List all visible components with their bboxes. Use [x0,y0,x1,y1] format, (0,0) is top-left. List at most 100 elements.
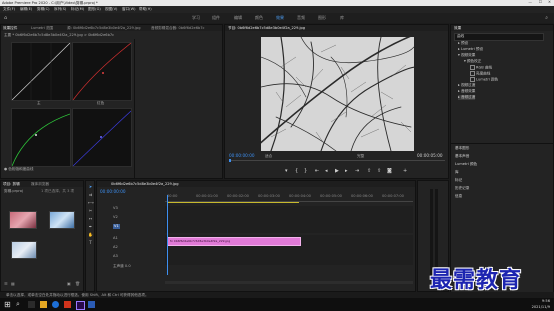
razor-tool-icon[interactable]: ✂ [88,208,93,213]
timeline-ruler[interactable]: 00:00 00:00:01:00 00:00:02:00 00:00:03:0… [165,194,413,202]
master-curve[interactable] [11,42,71,101]
tab-lumetri-scopes[interactable]: Lumetri 范围 [31,26,53,31]
program-timecode[interactable]: 00:00:00:00 [229,153,255,159]
maximize-icon[interactable]: ☐ [539,0,542,5]
workspace-audio[interactable]: 音频 [297,15,305,21]
timeline-timecode[interactable]: 00:00:00:00 [100,189,126,195]
section-libraries[interactable]: 库 [455,170,459,175]
file-explorer-icon[interactable] [40,301,47,308]
button-editor-icon[interactable]: + [403,168,407,174]
video-track-lanes[interactable] [165,206,413,233]
tab-project[interactable]: 项目: 剪辑 [3,182,20,187]
section-info[interactable]: 信息 [455,194,462,199]
tab-effect-controls[interactable]: 效果控件 [3,26,17,31]
go-to-out-icon[interactable]: ⇥ [355,168,359,174]
workspace-color[interactable]: 颜色 [255,15,263,21]
menu-marker[interactable]: 标记(M) [71,7,84,12]
new-item-icon[interactable]: ▣ [67,281,71,286]
media-thumbnail-2[interactable] [49,211,75,229]
timeline-playhead[interactable] [167,195,168,275]
section-essential-graphics[interactable]: 基本图形 [455,146,469,151]
track-a1[interactable]: A1 [113,236,118,241]
section-history[interactable]: 历史记录 [455,186,469,191]
workspace-effects[interactable]: 效果 [276,15,284,21]
menu-edit[interactable]: 编辑(E) [20,7,32,12]
task-view-icon[interactable] [28,301,35,308]
tree-video-effects[interactable]: ▾ 视频效果 [458,53,475,58]
workspace-assembly[interactable]: 组件 [212,15,220,21]
section-essential-sound[interactable]: 基本声音 [455,154,469,159]
track-a3[interactable]: A3 [113,254,118,259]
menu-help[interactable]: 帮助(H) [139,7,152,12]
quality-dropdown[interactable]: 完整 [357,154,364,159]
windows-start-icon[interactable]: ⊞ [4,300,11,309]
mark-in-icon[interactable]: { [295,168,298,174]
hand-tool-icon[interactable]: ✋ [88,232,93,237]
program-scrubber[interactable] [229,160,445,161]
menu-sequence[interactable]: 序列(S) [54,7,66,12]
slip-tool-icon[interactable]: ↔ [88,216,93,221]
tree-rgb-curves[interactable]: RGB 曲线 [470,65,492,71]
tab-audio-mixer[interactable]: 音频剪辑混合器: 0b6f6d2e6b7c [151,26,205,31]
list-view-icon[interactable]: ☰ [4,281,8,286]
step-back-icon[interactable]: ◂ [325,168,328,174]
work-area-bar[interactable] [167,202,299,203]
tree-presets[interactable]: ▸ 预设 [458,41,468,46]
icon-view-icon[interactable]: ▦ [11,281,15,286]
tab-source[interactable]: 源: 0b6f6d2e6b7c5d8e3b0e4f2a_229.jpg [67,26,141,31]
workspace-editing[interactable]: 编辑 [234,15,242,21]
track-v3[interactable]: V3 [113,206,118,211]
menu-file[interactable]: 文件(F) [3,7,15,12]
tree-video-transitions[interactable]: ▸ 视频过渡 [458,83,475,88]
track-select-icon[interactable]: ⇉ [88,192,93,197]
pen-tool-icon[interactable]: ✒ [88,224,93,229]
green-curve[interactable] [11,108,71,167]
workspace-libraries[interactable]: 库 [340,15,344,21]
timeline-clip[interactable]: fx 0b6f6d2e6b7c5d8e3b0e4f2a_229.jpg [167,237,301,246]
track-a2[interactable]: A2 [113,245,118,250]
search-icon[interactable]: ⌕ [545,15,548,21]
hue-sat-curves-toggle[interactable]: ● 色相饱和度曲线 [4,167,33,172]
red-curve[interactable] [72,42,132,101]
ripple-edit-icon[interactable]: ⟷ [88,200,94,205]
browser-icon[interactable] [52,301,59,308]
menu-window[interactable]: 窗口(W) [122,7,136,12]
playhead-marker[interactable] [229,159,231,162]
tree-lumetri-presets[interactable]: ▸ Lumetri 预设 [458,47,483,52]
track-v2[interactable]: V2 [113,215,118,220]
premiere-pro-icon[interactable] [76,301,85,310]
extract-icon[interactable]: ⇪ [377,168,381,174]
media-thumbnail-3[interactable] [11,241,37,259]
tab-effects[interactable]: 效果 [454,26,461,31]
menu-clip[interactable]: 剪辑(C) [37,7,50,12]
tree-lumetri-color[interactable]: Lumetri 颜色 [470,77,498,83]
section-markers[interactable]: 标记 [455,178,462,183]
tree-audio-transitions[interactable]: ▸ 音频过渡 [458,95,476,100]
home-icon[interactable]: ⌂ [4,15,7,21]
fit-dropdown[interactable]: 适合 [265,154,272,159]
track-v1[interactable]: V1 [113,224,120,229]
word-icon[interactable] [88,301,95,308]
tree-color-correction[interactable]: ▾ 颜色校正 [464,59,481,64]
blue-curve[interactable] [72,108,132,167]
tree-audio-effects[interactable]: ▸ 音频效果 [458,89,475,94]
type-tool-icon[interactable]: T [88,240,93,245]
add-marker-icon[interactable]: ▾ [285,168,288,174]
workspace-graphics[interactable]: 图形 [318,15,326,21]
step-forward-icon[interactable]: ▸ [345,168,348,174]
media-thumbnail-1[interactable] [9,211,37,229]
minimize-icon[interactable]: — [528,0,532,5]
play-icon[interactable]: ▶ [335,168,339,174]
workspace-learn[interactable]: 学习 [192,15,200,21]
export-frame-icon[interactable]: ◙ [387,168,392,174]
mark-out-icon[interactable]: } [304,168,307,174]
tab-media-browser[interactable]: 媒体浏览器 [31,182,49,187]
tab-timeline-sequence[interactable]: 0b6f6d2e6b7c5d8e3b0e4f2a_229.jpg [111,182,179,186]
search-icon[interactable]: ⌕ [16,300,20,309]
menu-view[interactable]: 视图(V) [105,7,117,12]
tab-program[interactable]: 节目: 0b6f6d2e6b7c5d8e3b0e4f2a_229.jpg [228,26,305,31]
timeline-scrollbar[interactable] [165,281,413,284]
effects-search-input[interactable]: 曲线 [454,33,544,41]
selection-tool-icon[interactable]: ➤ [88,184,93,189]
menu-graphics[interactable]: 图形(G) [88,7,101,12]
